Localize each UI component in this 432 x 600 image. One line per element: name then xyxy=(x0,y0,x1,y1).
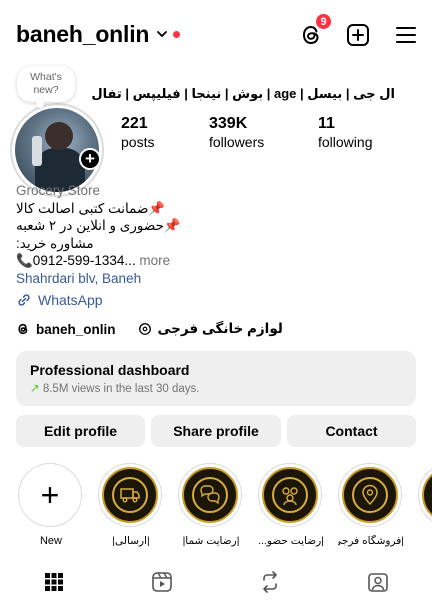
highlight-label: |ارسالی| xyxy=(112,535,150,547)
grid-posts-icon[interactable] xyxy=(42,570,66,594)
profile-bio: Grocery Store 📌ضمانت کتبی اصالت کالا 📌حض… xyxy=(16,182,416,287)
highlight-label: |رضایت شما| xyxy=(182,535,240,547)
top-bar: baneh_onlin 9 xyxy=(0,0,432,70)
whatsapp-label: WhatsApp xyxy=(38,292,103,308)
stat-following[interactable]: 11 following xyxy=(318,115,372,150)
mention-bubble-icon xyxy=(138,323,151,335)
stat-followers[interactable]: 339K followers xyxy=(209,115,264,150)
dashboard-title: Professional dashboard xyxy=(30,362,190,378)
highlight-label: |فروشگاه فرجی| xyxy=(338,535,404,547)
highlight-label: |رضایت حضو... xyxy=(258,535,324,547)
bio-line: 📌ضمانت کتبی اصالت کالا xyxy=(16,200,166,216)
bio-phone: 📞0912-599-1334... xyxy=(16,253,136,268)
trend-up-arrow-icon: ↗ xyxy=(30,383,40,395)
profile-username[interactable]: baneh_onlin xyxy=(16,21,149,48)
note-bubble-tail xyxy=(36,100,44,108)
posts-label: posts xyxy=(121,134,155,150)
chat-bubbles-icon xyxy=(200,485,220,505)
threads-handle[interactable]: baneh_onlin xyxy=(36,322,116,337)
highlight-item[interactable]: |رضایت حضو... xyxy=(258,463,324,547)
profile-tabs xyxy=(0,560,432,600)
highlight-new[interactable]: + New xyxy=(18,463,84,547)
highlight-item-partial[interactable] xyxy=(418,463,432,527)
dashboard-subtitle-row: ↗ 8.5M views in the last 30 days. xyxy=(30,381,402,395)
highlight-label: New xyxy=(39,535,62,547)
threads-small-icon xyxy=(18,323,28,335)
posts-count: 221 xyxy=(121,115,148,132)
threads-badge: 9 xyxy=(314,12,333,31)
plus-icon: + xyxy=(40,477,60,513)
bio-phone-row: 📞0912-599-1334... more xyxy=(16,252,416,270)
reels-icon[interactable] xyxy=(150,570,174,594)
followers-count: 339K xyxy=(209,115,248,132)
handles-row: baneh_onlin لوازم خانگی فرجی xyxy=(16,321,283,337)
people-icon xyxy=(282,487,298,506)
followers-label: followers xyxy=(209,134,265,150)
notification-dot xyxy=(173,31,180,38)
bio-line: 📌حضوری و انلاین در ۲ شعبه xyxy=(16,218,181,233)
bio-category: Grocery Store xyxy=(16,183,101,198)
delivery-truck-icon xyxy=(120,488,140,503)
bio-location[interactable]: Shahrdari blv, Baneh xyxy=(16,270,416,288)
highlight-item[interactable]: |رضایت شما| xyxy=(178,463,244,547)
following-label: following xyxy=(318,134,373,150)
following-count: 11 xyxy=(318,115,335,132)
stat-posts[interactable]: 221 posts xyxy=(121,115,154,150)
profile-full-name: بوش | نینجا | فیلیپس | تفال | age | ال ج… xyxy=(91,86,395,101)
add-story-plus-icon[interactable]: + xyxy=(79,148,101,170)
location-pin-icon xyxy=(362,484,378,506)
note-bubble[interactable]: What's new? xyxy=(17,66,75,102)
edit-profile-button[interactable]: Edit profile xyxy=(16,415,145,447)
chevron-down-icon[interactable] xyxy=(156,28,168,40)
new-highlight-ring: + xyxy=(18,463,82,527)
whatsapp-link[interactable]: WhatsApp xyxy=(16,292,103,308)
secondary-handle[interactable]: لوازم خانگی فرجی xyxy=(158,321,283,337)
link-icon xyxy=(18,294,30,306)
highlight-item[interactable]: |فروشگاه فرجی| xyxy=(338,463,404,547)
bio-line: مشاوره خرید: xyxy=(16,235,94,251)
create-plus-icon[interactable] xyxy=(345,22,371,48)
professional-dashboard[interactable]: Professional dashboard ↗ 8.5M views in t… xyxy=(16,351,416,406)
dashboard-subtitle: 8.5M views in the last 30 days. xyxy=(42,383,200,395)
bio-more-link[interactable]: more xyxy=(136,253,170,268)
contact-button[interactable]: Contact xyxy=(287,415,416,447)
highlight-item[interactable]: |ارسالی| xyxy=(98,463,164,547)
share-profile-button[interactable]: Share profile xyxy=(151,415,281,447)
menu-icon[interactable] xyxy=(393,22,419,48)
tagged-icon[interactable] xyxy=(366,570,390,594)
reposts-icon[interactable] xyxy=(258,570,282,594)
